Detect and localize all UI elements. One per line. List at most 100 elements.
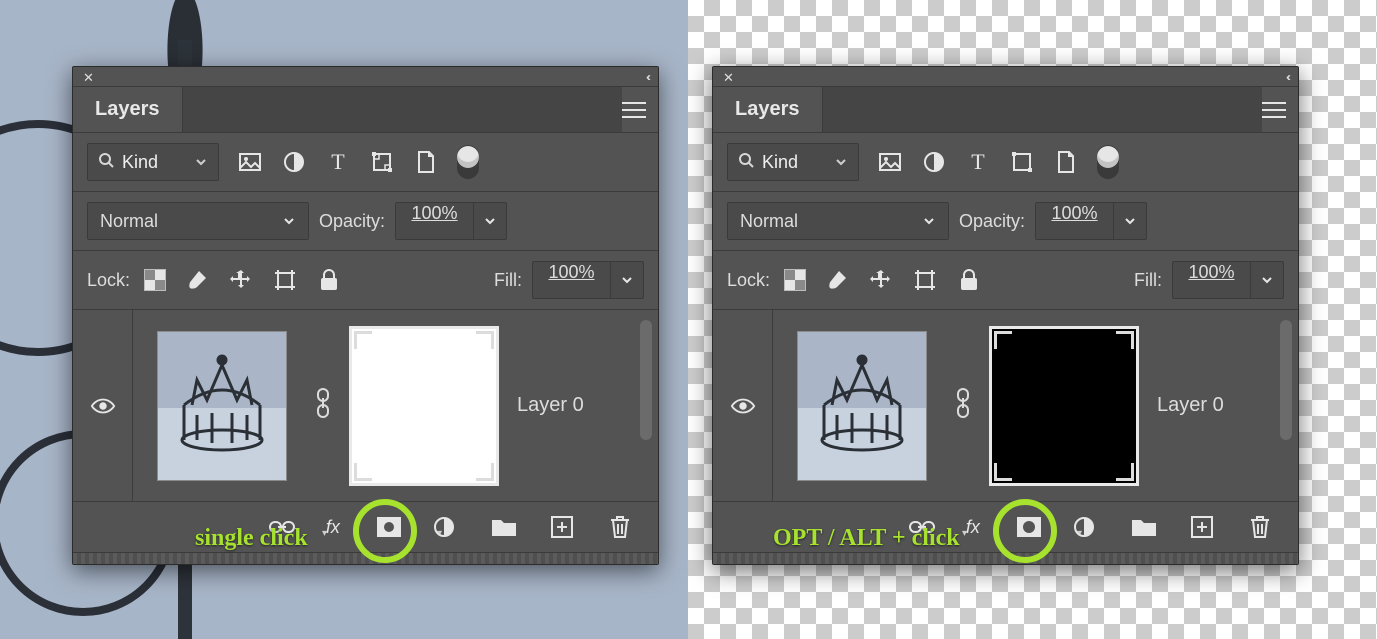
- link-icon[interactable]: [955, 388, 971, 423]
- scrollbar[interactable]: [1280, 320, 1292, 440]
- layer-name-label[interactable]: Layer 0: [517, 394, 584, 417]
- lock-position-icon[interactable]: [868, 267, 894, 293]
- new-layer-icon[interactable]: [548, 513, 576, 541]
- opacity-label: Opacity:: [959, 211, 1025, 232]
- callout-text: OPT / ALT + click: [773, 525, 960, 552]
- blend-row: Normal Opacity: 100%: [73, 192, 658, 251]
- lock-all-icon[interactable]: [316, 267, 342, 293]
- fx-label: fx: [966, 517, 980, 538]
- delete-layer-icon[interactable]: [606, 513, 634, 541]
- filter-type-icon[interactable]: T: [325, 149, 351, 175]
- filter-row: Kind T: [73, 133, 658, 192]
- opacity-dropdown[interactable]: [473, 202, 507, 240]
- opacity-input[interactable]: 100%: [395, 202, 473, 240]
- layer-name-label[interactable]: Layer 0: [1157, 394, 1224, 417]
- layer-mask-thumbnail[interactable]: [989, 326, 1139, 486]
- blend-mode-select[interactable]: Normal: [87, 202, 309, 240]
- panel-menu-icon[interactable]: [1262, 101, 1286, 119]
- panel-titlebar[interactable]: ✕ ‹‹: [73, 67, 658, 87]
- visibility-eye-icon[interactable]: [730, 393, 756, 419]
- layer-mask-thumbnail[interactable]: [349, 326, 499, 486]
- add-mask-button[interactable]: [375, 513, 403, 541]
- fill-label: Fill:: [494, 270, 522, 291]
- filter-kind-label: Kind: [122, 152, 158, 173]
- lock-artboard-icon[interactable]: [912, 267, 938, 293]
- tab-spacer: [823, 87, 1263, 132]
- close-icon[interactable]: ✕: [83, 70, 94, 86]
- panel-menu-icon[interactable]: [622, 101, 646, 119]
- new-group-icon[interactable]: [1130, 513, 1158, 541]
- fill-dropdown[interactable]: [1250, 261, 1284, 299]
- filter-type-icon[interactable]: T: [965, 149, 991, 175]
- tab-layers[interactable]: Layers: [73, 87, 183, 132]
- blend-mode-value: Normal: [740, 211, 798, 232]
- filter-toggle[interactable]: [457, 145, 479, 179]
- collapse-icon[interactable]: ‹‹: [1286, 70, 1288, 84]
- layer-thumbnail[interactable]: [147, 326, 297, 486]
- chevron-down-icon: [194, 155, 208, 169]
- lock-row: Lock: Fill: 100%: [713, 251, 1298, 310]
- add-mask-button[interactable]: [1015, 513, 1043, 541]
- chevron-down-icon: [834, 155, 848, 169]
- lock-artboard-icon[interactable]: [272, 267, 298, 293]
- filter-smartobject-icon[interactable]: [413, 149, 439, 175]
- lock-transparency-icon[interactable]: [144, 269, 166, 291]
- filter-shape-icon[interactable]: [1009, 149, 1035, 175]
- layer-thumbnail[interactable]: [787, 326, 937, 486]
- delete-layer-icon[interactable]: [1246, 513, 1274, 541]
- lock-all-icon[interactable]: [956, 267, 982, 293]
- lock-label: Lock:: [87, 270, 130, 291]
- chevron-down-icon: [922, 214, 936, 228]
- filter-smartobject-icon[interactable]: [1053, 149, 1079, 175]
- new-layer-icon[interactable]: [1188, 513, 1216, 541]
- filter-kind-select[interactable]: Kind: [727, 143, 859, 181]
- filter-kind-select[interactable]: Kind: [87, 143, 219, 181]
- fill-label: Fill:: [1134, 270, 1162, 291]
- lock-brush-icon[interactable]: [824, 267, 850, 293]
- layers-panel: ✕ ‹‹ Layers Kind: [72, 66, 659, 565]
- fill-input[interactable]: 100%: [532, 261, 610, 299]
- collapse-icon[interactable]: ‹‹: [646, 70, 648, 84]
- adjustment-layer-button[interactable]: ▾: [433, 516, 460, 538]
- toggle-knob: [457, 146, 479, 168]
- fx-label: fx: [326, 517, 340, 538]
- opacity-input[interactable]: 100%: [1035, 202, 1113, 240]
- filter-kind-label: Kind: [762, 152, 798, 173]
- layer-row[interactable]: Layer 0: [133, 310, 658, 501]
- layers-list: Layer 0: [73, 310, 658, 502]
- filter-adjustment-icon[interactable]: [921, 149, 947, 175]
- callout-text: single click: [195, 525, 308, 552]
- tab-layers[interactable]: Layers: [713, 87, 823, 132]
- layer-style-button[interactable]: fx▾: [326, 517, 345, 538]
- new-group-icon[interactable]: [490, 513, 518, 541]
- layer-style-button[interactable]: fx▾: [966, 517, 985, 538]
- filter-row: Kind T: [713, 133, 1298, 192]
- visibility-eye-icon[interactable]: [90, 393, 116, 419]
- filter-pixel-icon[interactable]: [877, 149, 903, 175]
- chevron-down-icon: [282, 214, 296, 228]
- blend-mode-select[interactable]: Normal: [727, 202, 949, 240]
- adjustment-layer-button[interactable]: ▾: [1073, 516, 1100, 538]
- fill-input[interactable]: 100%: [1172, 261, 1250, 299]
- toggle-knob: [1097, 146, 1119, 168]
- filter-adjustment-icon[interactable]: [281, 149, 307, 175]
- layer-row[interactable]: Layer 0: [773, 310, 1298, 501]
- opacity-dropdown[interactable]: [1113, 202, 1147, 240]
- fill-dropdown[interactable]: [610, 261, 644, 299]
- panel-titlebar[interactable]: ✕ ‹‹: [713, 67, 1298, 87]
- opacity-label: Opacity:: [319, 211, 385, 232]
- close-icon[interactable]: ✕: [723, 70, 734, 86]
- lock-transparency-icon[interactable]: [784, 269, 806, 291]
- scrollbar[interactable]: [640, 320, 652, 440]
- layers-panel: ✕ ‹‹ Layers Kind T: [712, 66, 1299, 565]
- panel-resizer[interactable]: [73, 552, 658, 564]
- lock-position-icon[interactable]: [228, 267, 254, 293]
- magnifier-icon: [98, 152, 114, 173]
- filter-toggle[interactable]: [1097, 145, 1119, 179]
- filter-shape-icon[interactable]: [369, 149, 395, 175]
- magnifier-icon: [738, 152, 754, 173]
- lock-brush-icon[interactable]: [184, 267, 210, 293]
- link-icon[interactable]: [315, 388, 331, 423]
- panel-resizer[interactable]: [713, 552, 1298, 564]
- filter-pixel-icon[interactable]: [237, 149, 263, 175]
